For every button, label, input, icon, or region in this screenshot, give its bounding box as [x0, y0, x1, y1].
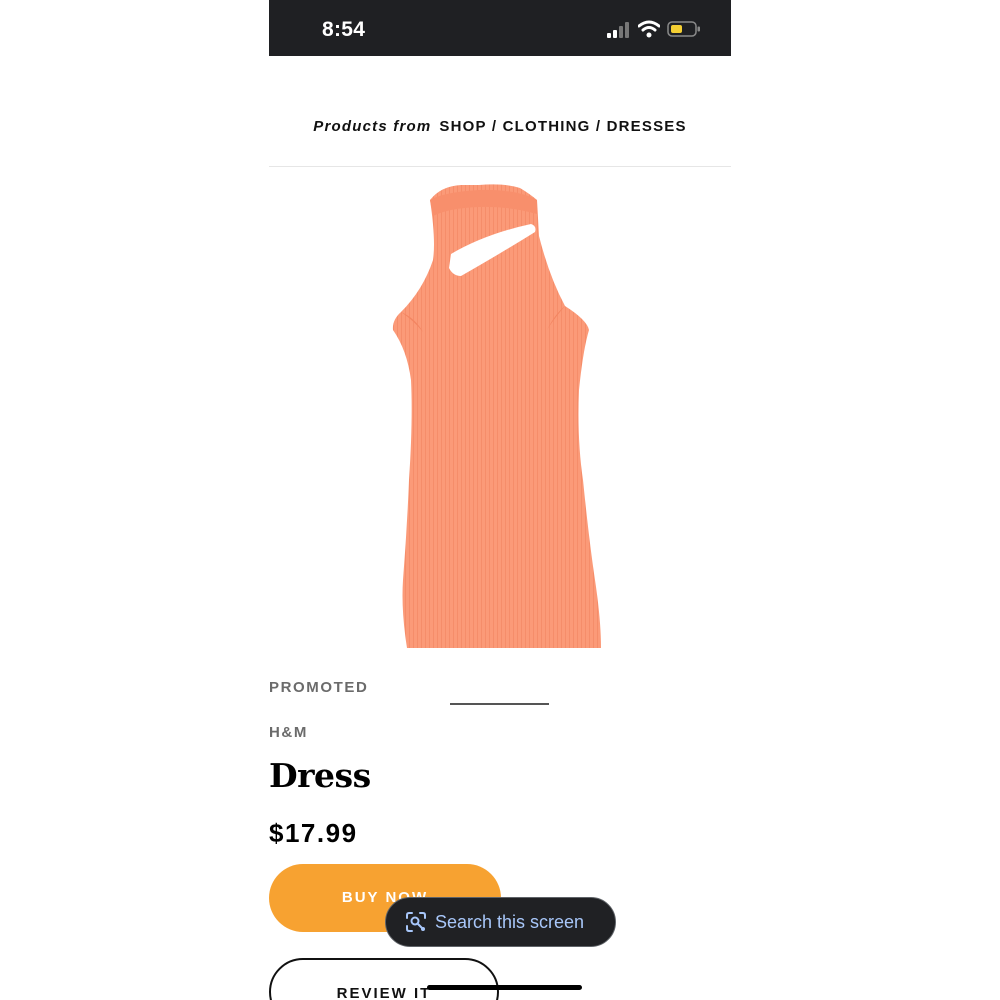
phone-screen: 8:54 Products from SHOP / CLOTHING / DRES…: [269, 0, 731, 1000]
battery-icon: [667, 21, 700, 37]
signal-icon: [607, 22, 629, 38]
breadcrumb: Products from SHOP / CLOTHING / DRESSES: [269, 118, 731, 135]
search-this-screen-button[interactable]: Search this screen: [385, 897, 616, 947]
promoted-label: PROMOTED: [269, 679, 369, 696]
brand-label[interactable]: H&M: [269, 724, 308, 741]
search-this-screen-label: Search this screen: [435, 911, 585, 932]
product-title: Dress: [269, 756, 371, 795]
breadcrumb-prefix: Products from: [313, 118, 432, 135]
review-it-label: REVIEW IT: [336, 985, 432, 1000]
product-price: $17.99: [269, 818, 358, 848]
breadcrumb-path[interactable]: SHOP / CLOTHING / DRESSES: [439, 118, 686, 135]
image-carousel-indicator: [450, 703, 549, 705]
status-bar: 8:54: [269, 0, 731, 56]
lens-search-icon: [406, 912, 426, 932]
header-divider: [269, 166, 731, 167]
wifi-icon: [638, 20, 660, 38]
home-indicator[interactable]: [427, 985, 582, 990]
review-it-button[interactable]: REVIEW IT: [269, 958, 499, 1000]
product-image[interactable]: [389, 180, 611, 650]
status-time: 8:54: [322, 18, 366, 41]
